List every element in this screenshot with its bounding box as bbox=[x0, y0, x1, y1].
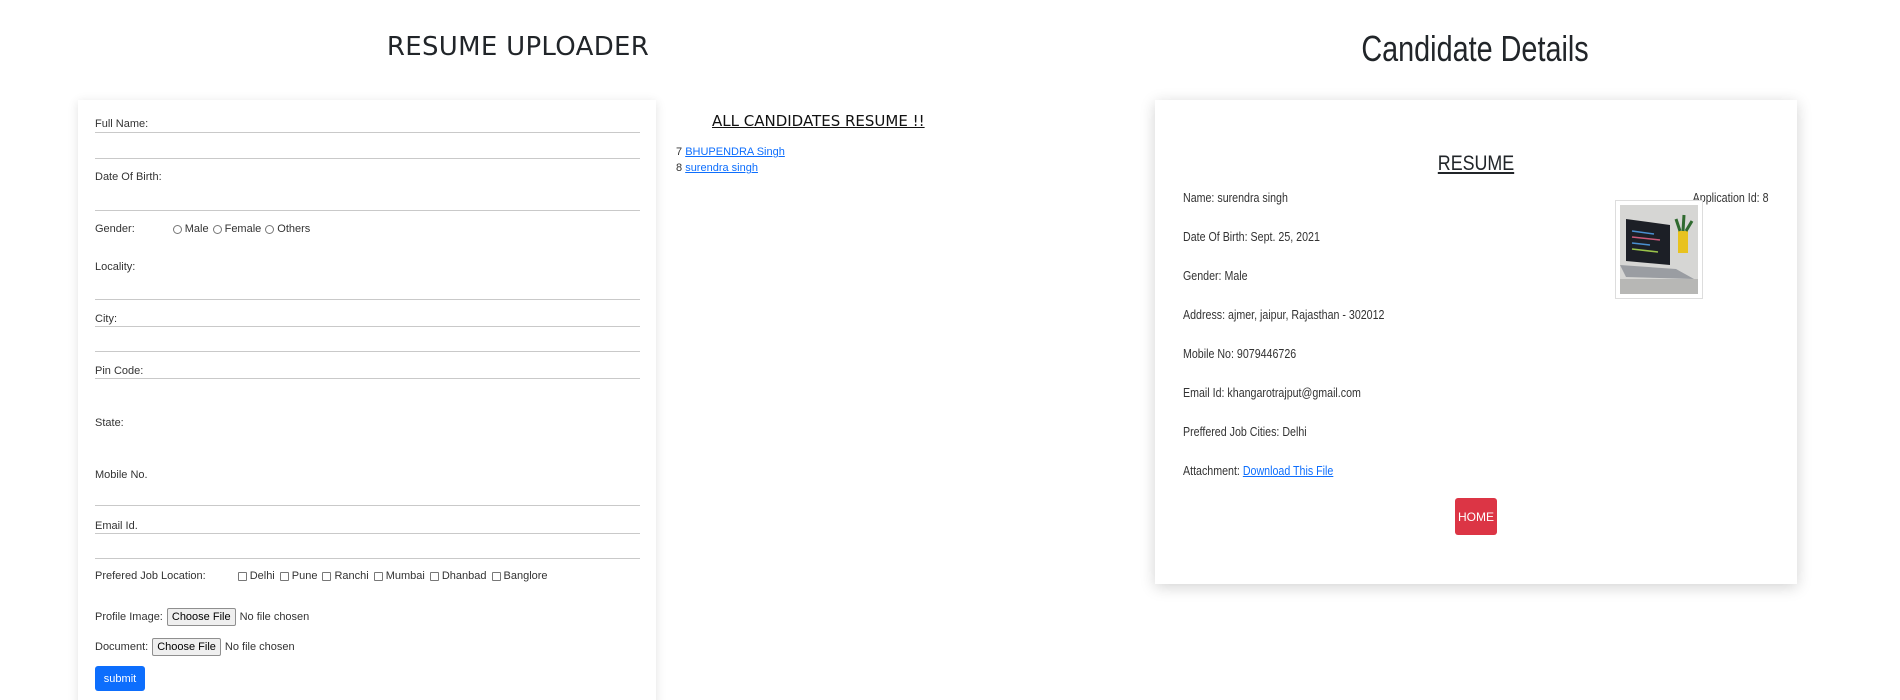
pin-code-label: Pin Code: bbox=[95, 365, 144, 377]
state-label: State: bbox=[95, 417, 124, 429]
location-mumbai-checkbox[interactable]: Mumbai bbox=[373, 570, 425, 582]
email-input-underline bbox=[95, 558, 640, 559]
candidate-id: 7 bbox=[676, 146, 683, 158]
resume-form: Full Name: Date Of Birth: Gender: Male F… bbox=[78, 100, 656, 700]
gender-male-radio[interactable]: Male bbox=[172, 223, 209, 235]
full-name-input[interactable] bbox=[95, 132, 640, 133]
gender-label: Gender: bbox=[95, 223, 135, 235]
location-banglore-checkbox[interactable]: Banglore bbox=[491, 570, 548, 582]
pin-code-input[interactable] bbox=[95, 378, 640, 379]
uploader-title: RESUME UPLOADER bbox=[386, 32, 650, 62]
home-button[interactable]: HOME bbox=[1455, 498, 1497, 535]
profile-image-status: No file chosen bbox=[239, 611, 310, 623]
location-pune-checkbox[interactable]: Pune bbox=[279, 570, 317, 582]
candidate-link[interactable]: BHUPENDRA Singh bbox=[685, 146, 785, 158]
job-location-group: Prefered Job Location: Delhi Pune Ranchi… bbox=[95, 570, 553, 582]
city-input-underline bbox=[95, 351, 640, 352]
candidates-list: 7 BHUPENDRA Singh 8 surendra singh bbox=[676, 144, 785, 176]
candidates-title: ALL CANDIDATES RESUME !! bbox=[712, 112, 925, 130]
candidate-id: 8 bbox=[676, 162, 683, 174]
gender-others-radio[interactable]: Others bbox=[265, 223, 310, 235]
location-dhanbad-checkbox[interactable]: Dhanbad bbox=[429, 570, 487, 582]
dob-input[interactable] bbox=[95, 210, 640, 211]
list-item: 7 BHUPENDRA Singh bbox=[676, 144, 785, 160]
mobile-label: Mobile No. bbox=[95, 469, 148, 481]
email-input[interactable] bbox=[95, 533, 640, 534]
candidate-dob: Date Of Birth: Sept. 25, 2021 bbox=[1183, 229, 1320, 244]
candidate-cities: Preffered Job Cities: Delhi bbox=[1183, 424, 1307, 439]
submit-button[interactable]: submit bbox=[95, 666, 145, 691]
full-name-input-underline bbox=[95, 158, 640, 159]
document-choose-button[interactable]: Choose File bbox=[152, 638, 221, 656]
location-ranchi-checkbox[interactable]: Ranchi bbox=[322, 570, 369, 582]
list-item: 8 surendra singh bbox=[676, 160, 785, 176]
candidate-link[interactable]: surendra singh bbox=[685, 162, 758, 174]
mobile-input[interactable] bbox=[95, 505, 640, 506]
email-label: Email Id. bbox=[95, 520, 138, 532]
attachment-row: Attachment: Download This File bbox=[1183, 463, 1333, 478]
laptop-photo-icon bbox=[1620, 205, 1698, 294]
profile-image bbox=[1615, 200, 1703, 299]
candidate-gender: Gender: Male bbox=[1183, 268, 1248, 283]
candidate-mobile: Mobile No: 9079446726 bbox=[1183, 346, 1297, 361]
profile-image-choose-button[interactable]: Choose File bbox=[166, 608, 236, 626]
profile-image-row: Profile Image: Choose File No file chose… bbox=[95, 608, 309, 626]
profile-image-label: Profile Image: bbox=[95, 611, 163, 623]
resume-heading: RESUME bbox=[1437, 152, 1515, 175]
candidate-details-card: RESUME Application Id: 8 Name: surendra … bbox=[1155, 100, 1797, 584]
candidate-address: Address: ajmer, jaipur, Rajasthan - 3020… bbox=[1183, 307, 1385, 322]
city-input[interactable] bbox=[95, 326, 640, 327]
application-id: Application Id: 8 bbox=[1693, 190, 1769, 205]
details-title: Candidate Details bbox=[1361, 28, 1589, 69]
document-row: Document: Choose File No file chosen bbox=[95, 638, 295, 656]
dob-label: Date Of Birth: bbox=[95, 171, 162, 183]
locality-input[interactable] bbox=[95, 299, 640, 300]
attachment-label: Attachment: bbox=[1183, 463, 1240, 478]
document-status: No file chosen bbox=[224, 641, 295, 653]
document-label: Document: bbox=[95, 641, 149, 653]
candidate-name: Name: surendra singh bbox=[1183, 190, 1288, 205]
location-delhi-checkbox[interactable]: Delhi bbox=[237, 570, 275, 582]
download-link[interactable]: Download This File bbox=[1243, 463, 1333, 478]
candidate-email: Email Id: khangarotrajput@gmail.com bbox=[1183, 385, 1361, 400]
gender-group: Gender: Male Female Others bbox=[95, 223, 314, 235]
city-label: City: bbox=[95, 313, 117, 325]
gender-female-radio[interactable]: Female bbox=[212, 223, 261, 235]
full-name-label: Full Name: bbox=[95, 118, 149, 130]
locality-label: Locality: bbox=[95, 261, 136, 273]
job-location-label: Prefered Job Location: bbox=[95, 570, 206, 582]
